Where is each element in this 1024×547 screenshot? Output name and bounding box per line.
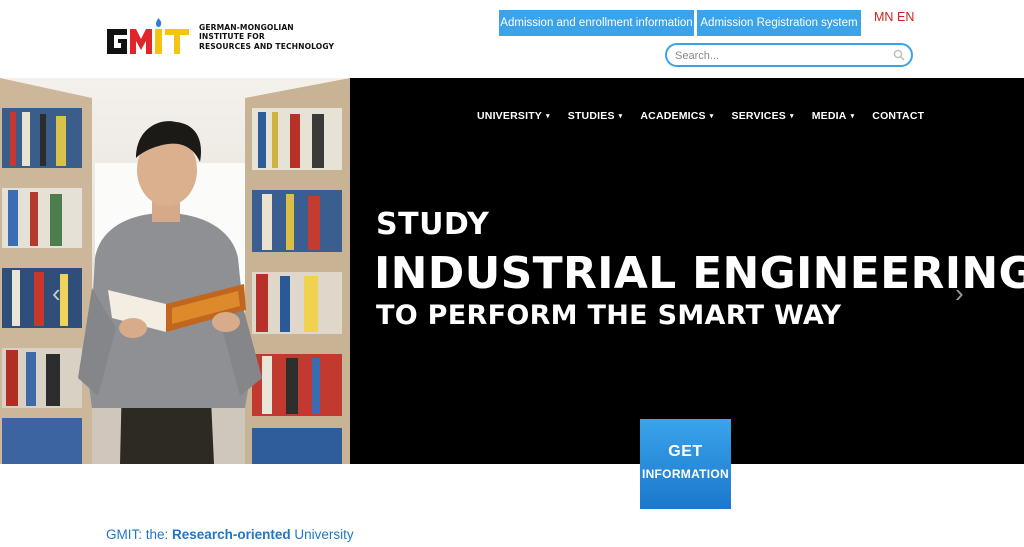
hero-headline-program: INDUSTRIAL ENGINEERING: [374, 248, 1024, 299]
nav-studies[interactable]: STUDIES ▾: [568, 110, 623, 122]
gmit-logo[interactable]: GERMAN-MONGOLIAN INSTITUTE FOR RESOURCES…: [105, 17, 334, 57]
logo-line-2: INSTITUTE FOR: [199, 32, 265, 42]
language-mn-link[interactable]: MN: [874, 10, 893, 24]
caret-down-icon: ▾: [546, 113, 550, 120]
slider-prev-icon[interactable]: ‹: [52, 278, 61, 309]
caret-down-icon: ▾: [790, 113, 794, 120]
hero-headline-tagline: TO PERFORM THE SMART WAY: [376, 300, 842, 331]
search-input[interactable]: [675, 47, 890, 64]
slider-next-icon[interactable]: ›: [955, 278, 964, 309]
caret-down-icon: ▾: [850, 113, 855, 120]
admission-registration-button[interactable]: Admission Registration system: [697, 10, 861, 36]
tagline-suffix: University: [290, 527, 354, 542]
caret-down-icon: ▾: [618, 113, 623, 120]
main-nav: UNIVERSITY ▾ STUDIES ▾ ACADEMICS ▾ SERVICES…: [477, 110, 942, 122]
nav-media[interactable]: MEDIA ▾: [812, 110, 855, 122]
search-box: [665, 43, 913, 67]
tagline-highlight: Research-oriented: [172, 527, 291, 542]
gmit-logo-mark: [107, 18, 189, 54]
nav-academics[interactable]: ACADEMICS ▾: [640, 110, 713, 122]
site-header: GERMAN-MONGOLIAN INSTITUTE FOR RESOURCES…: [0, 0, 1024, 78]
logo-line-1: GERMAN-MONGOLIAN: [199, 22, 294, 32]
nav-studies-label: STUDIES: [567, 110, 615, 122]
logo-line-3: RESOURCES AND TECHNOLOGY: [199, 41, 335, 51]
hero-slider: UNIVERSITY ▾ STUDIES ▾ ACADEMICS ▾ SERVICES…: [0, 78, 1024, 464]
nav-media-label: MEDIA: [811, 110, 847, 122]
admission-info-button[interactable]: Admission and enrollment information: [499, 10, 694, 36]
tagline-prefix: GMIT: the:: [106, 527, 173, 542]
caret-down-icon: ▾: [709, 113, 714, 120]
logo-text: GERMAN-MONGOLIAN INSTITUTE FOR RESOURCES…: [199, 23, 334, 52]
nav-contact[interactable]: CONTACT: [872, 110, 924, 122]
university-tagline: GMIT: the: Research-oriented University: [106, 527, 354, 542]
nav-university[interactable]: UNIVERSITY ▾: [477, 110, 550, 122]
get-information-button[interactable]: GET INFORMATION: [640, 419, 731, 509]
get-information-line2: INFORMATION: [641, 467, 730, 481]
get-information-line1: GET: [668, 443, 703, 460]
hero-photo-student-reading: [0, 78, 350, 464]
nav-academics-label: ACADEMICS: [640, 110, 706, 122]
search-icon[interactable]: [893, 49, 905, 61]
hero-headline-study: STUDY: [376, 207, 490, 242]
nav-services-label: SERVICES: [731, 110, 786, 122]
language-en-link[interactable]: EN: [897, 10, 914, 24]
nav-contact-label: CONTACT: [872, 110, 925, 122]
nav-university-label: UNIVERSITY: [477, 110, 543, 122]
nav-services[interactable]: SERVICES ▾: [731, 110, 793, 122]
